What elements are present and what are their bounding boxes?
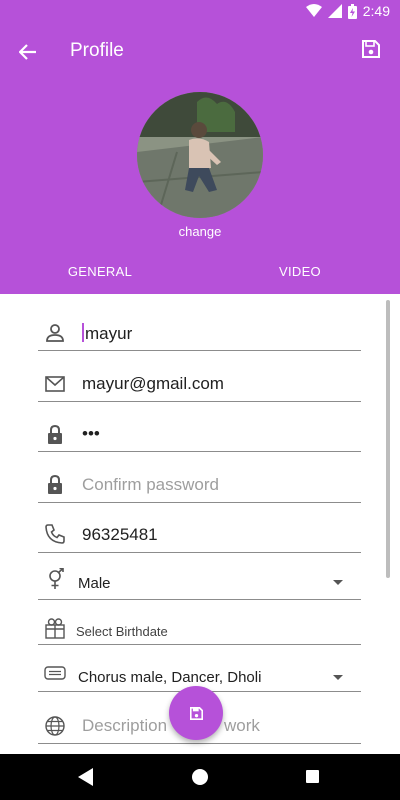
chevron-down-icon: [333, 580, 343, 585]
tab-video[interactable]: VIDEO: [200, 262, 400, 294]
birthdate-placeholder: Select Birthdate: [76, 624, 168, 639]
birthdate-field[interactable]: Select Birthdate: [38, 612, 361, 645]
tab-general[interactable]: GENERAL: [0, 262, 200, 294]
profile-header: Profile change GENERAL VIDEO: [0, 24, 400, 294]
save-icon: [362, 40, 380, 58]
gender-icon: [49, 568, 64, 589]
confirm-password-field[interactable]: Confirm password: [38, 464, 361, 503]
signal-icon: [327, 4, 342, 18]
text-cursor: [82, 323, 84, 342]
password-value: •••: [82, 424, 100, 443]
status-time: 2:49: [362, 3, 390, 19]
gender-select[interactable]: Male: [38, 564, 361, 600]
lock-icon: [48, 424, 62, 444]
tab-bar: GENERAL VIDEO: [0, 262, 400, 294]
globe-icon: [45, 716, 65, 736]
chevron-down-icon: [333, 675, 343, 680]
email-field[interactable]: mayur@gmail.com: [38, 364, 361, 402]
confirm-password-placeholder: Confirm password: [82, 475, 219, 494]
nav-home-icon[interactable]: [192, 769, 208, 785]
profile-photo: [137, 92, 263, 218]
description-placeholder-left: Description: [82, 716, 168, 735]
phone-value: 96325481: [82, 525, 158, 544]
person-icon: [46, 324, 64, 342]
save-button[interactable]: [362, 40, 384, 62]
talents-value: Chorus male, Dancer, Dholi: [78, 669, 262, 686]
mail-icon: [45, 376, 65, 392]
phone-field[interactable]: 96325481: [38, 514, 361, 553]
arrow-left-icon: [19, 44, 36, 60]
name-value: mayur: [85, 324, 133, 343]
profile-form: mayur mayur@gmail.com ••• Confirm passwo…: [0, 294, 400, 754]
back-button[interactable]: [14, 38, 42, 66]
nav-recents-icon[interactable]: [306, 770, 319, 783]
phone-icon: [45, 524, 65, 544]
nav-back-icon[interactable]: [78, 768, 94, 786]
wifi-icon: [305, 4, 322, 17]
change-photo-link[interactable]: change: [0, 224, 400, 239]
save-fab[interactable]: [169, 686, 223, 740]
scrollbar[interactable]: [386, 300, 390, 578]
lock-icon: [48, 474, 62, 494]
name-field[interactable]: mayur: [38, 314, 361, 351]
save-icon: [189, 706, 203, 720]
system-nav-bar: [0, 754, 400, 800]
status-icons: 2:49: [305, 3, 390, 19]
gift-icon: [45, 618, 65, 639]
email-value: mayur@gmail.com: [82, 374, 224, 393]
password-field[interactable]: •••: [38, 414, 361, 452]
keyboard-icon: [44, 666, 66, 680]
battery-charging-icon: [347, 3, 357, 19]
gender-value: Male: [78, 575, 111, 592]
avatar[interactable]: [137, 92, 263, 218]
status-bar: 2:49: [0, 0, 400, 24]
page-title: Profile: [70, 40, 124, 61]
description-placeholder-right: work: [224, 716, 260, 735]
